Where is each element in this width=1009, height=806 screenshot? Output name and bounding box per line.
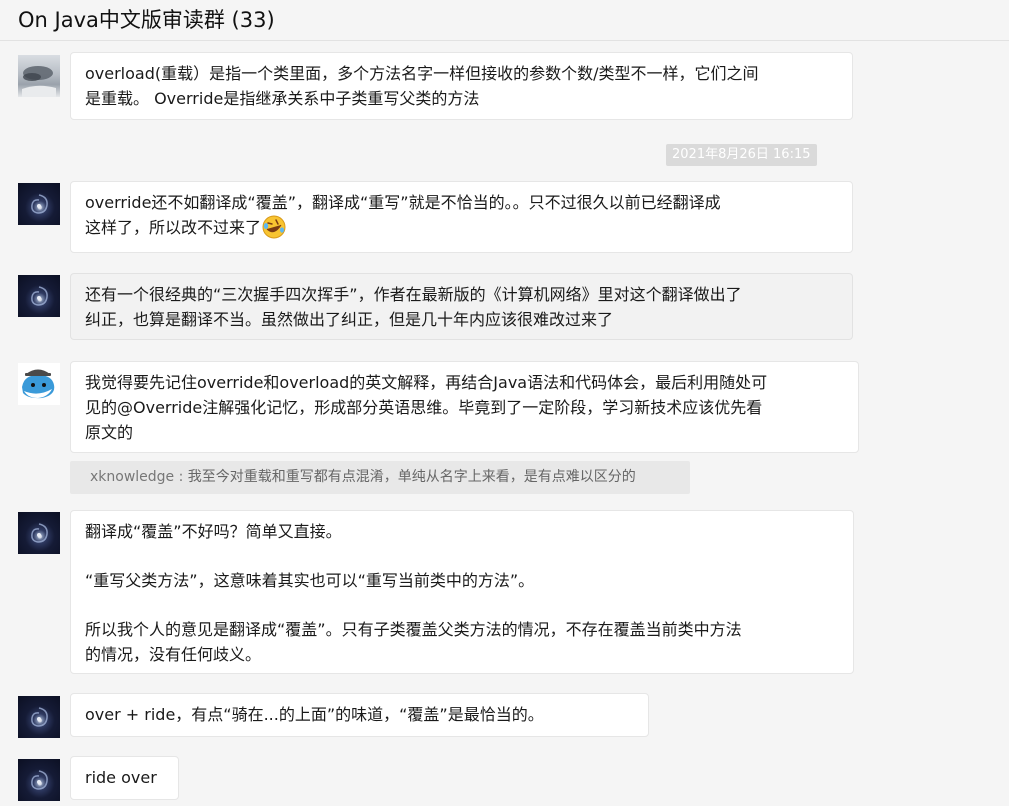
quote-author: xknowledge [90,469,175,485]
chat-header: On Java中文版审读群 (33) [0,0,1009,41]
message-line: ride over [85,768,157,787]
avatar[interactable] [18,363,60,405]
message-text: 这样了，所以改不过来了 [85,218,262,237]
message-bubble[interactable]: 还有一个很经典的“三次握手四次挥手”，作者在最新版的《计算机网络》里对这个翻译做… [70,273,853,340]
avatar[interactable] [18,512,60,554]
avatar[interactable] [18,183,60,225]
message-line: 所以我个人的意见是翻译成“覆盖”。只有子类覆盖父类方法的情况，不存在覆盖当前类中… [85,620,742,639]
message-line: 我觉得要先记住override和overload的英文解释，再结合Java语法和… [85,373,768,392]
dark-space-avatar-icon [31,707,48,727]
message-line: 纠正，也算是翻译不当。虽然做出了纠正，但是几十年内应该很难改过来了 [85,310,614,329]
message-line: 这样了，所以改不过来了 [85,215,838,240]
message-bubble[interactable]: 我觉得要先记住override和overload的英文解释，再结合Java语法和… [70,361,859,453]
message-line: 见的@Override注解强化记忆，形成部分英语思维。毕竟到了一定阶段，学习新技… [85,398,763,417]
message-line: overload(重载）是指一个类里面，多个方法名字一样但接收的参数个数/类型不… [85,64,759,83]
message-bubble[interactable]: 翻译成“覆盖”不好吗？简单又直接。 “重写父类方法”，这意味着其实也可以“重写当… [70,510,854,674]
cloud-sky-avatar-icon [22,66,56,97]
message-line: 还有一个很经典的“三次握手四次挥手”，作者在最新版的《计算机网络》里对这个翻译做… [85,285,742,304]
message-line: 原文的 [85,423,134,442]
avatar[interactable] [18,759,60,801]
message-line: override还不如翻译成“覆盖”，翻译成“重写”就是不恰当的。。只不过很久以… [85,193,721,212]
dark-space-avatar-icon [31,286,48,306]
message-bubble[interactable]: over + ride，有点“骑在...的上面”的味道，“覆盖”是最恰当的。 [70,693,649,737]
message-line: 的情况，没有任何歧义。 [85,645,262,664]
message-line: 翻译成“覆盖”不好吗？简单又直接。 [85,522,342,541]
avatar[interactable] [18,55,60,97]
message-bubble[interactable]: ride over [70,756,179,800]
quote-text: 我至今对重载和重写都有点混淆，单纯从名字上来看，是有点难以区分的 [187,469,636,485]
rolling-on-floor-laughing-emoji-icon [262,215,286,239]
dark-space-avatar-icon [31,770,48,790]
message-line: over + ride，有点“骑在...的上面”的味道，“覆盖”是最恰当的。 [85,705,544,724]
message-line: 是重载。 Override是指继承关系中子类重写父类的方法 [85,89,480,108]
message-line: “重写父类方法”，这意味着其实也可以“重写当前类中的方法”。 [85,571,535,590]
whale-avatar-icon [22,369,55,399]
chat-title[interactable]: On Java中文版审读群 (33) [18,4,275,34]
timestamp-label: 2021年8月26日 16:15 [666,144,817,166]
avatar[interactable] [18,275,60,317]
dark-space-avatar-icon [31,194,48,214]
message-bubble[interactable]: override还不如翻译成“覆盖”，翻译成“重写”就是不恰当的。。只不过很久以… [70,181,853,253]
message-bubble[interactable]: overload(重载）是指一个类里面，多个方法名字一样但接收的参数个数/类型不… [70,52,853,120]
quoted-message[interactable]: xknowledge : 我至今对重载和重写都有点混淆，单纯从名字上来看，是有点… [70,461,690,494]
quote-separator: : [174,469,188,485]
dark-space-avatar-icon [31,523,48,543]
avatar[interactable] [18,696,60,738]
